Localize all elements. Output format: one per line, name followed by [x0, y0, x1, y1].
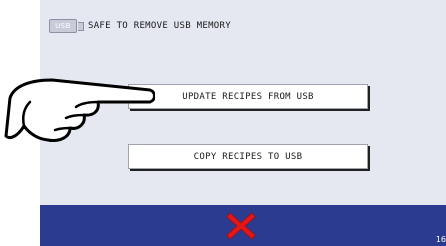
close-icon[interactable]: [226, 211, 256, 241]
usb-plug-icon: [78, 21, 84, 31]
status-message: SAFE TO REMOVE USB MEMORY: [88, 21, 231, 31]
update-recipes-button[interactable]: UPDATE RECIPES FROM USB: [128, 84, 368, 109]
footer-bar: 16: [40, 205, 446, 246]
pointing-hand-icon: [4, 78, 155, 142]
page-number: 16: [435, 235, 446, 244]
usb-icon-label: USB: [49, 19, 77, 33]
status-bar: USB SAFE TO REMOVE USB MEMORY: [49, 18, 231, 34]
copy-recipes-button[interactable]: COPY RECIPES TO USB: [128, 144, 368, 169]
usb-icon: USB: [49, 19, 84, 33]
